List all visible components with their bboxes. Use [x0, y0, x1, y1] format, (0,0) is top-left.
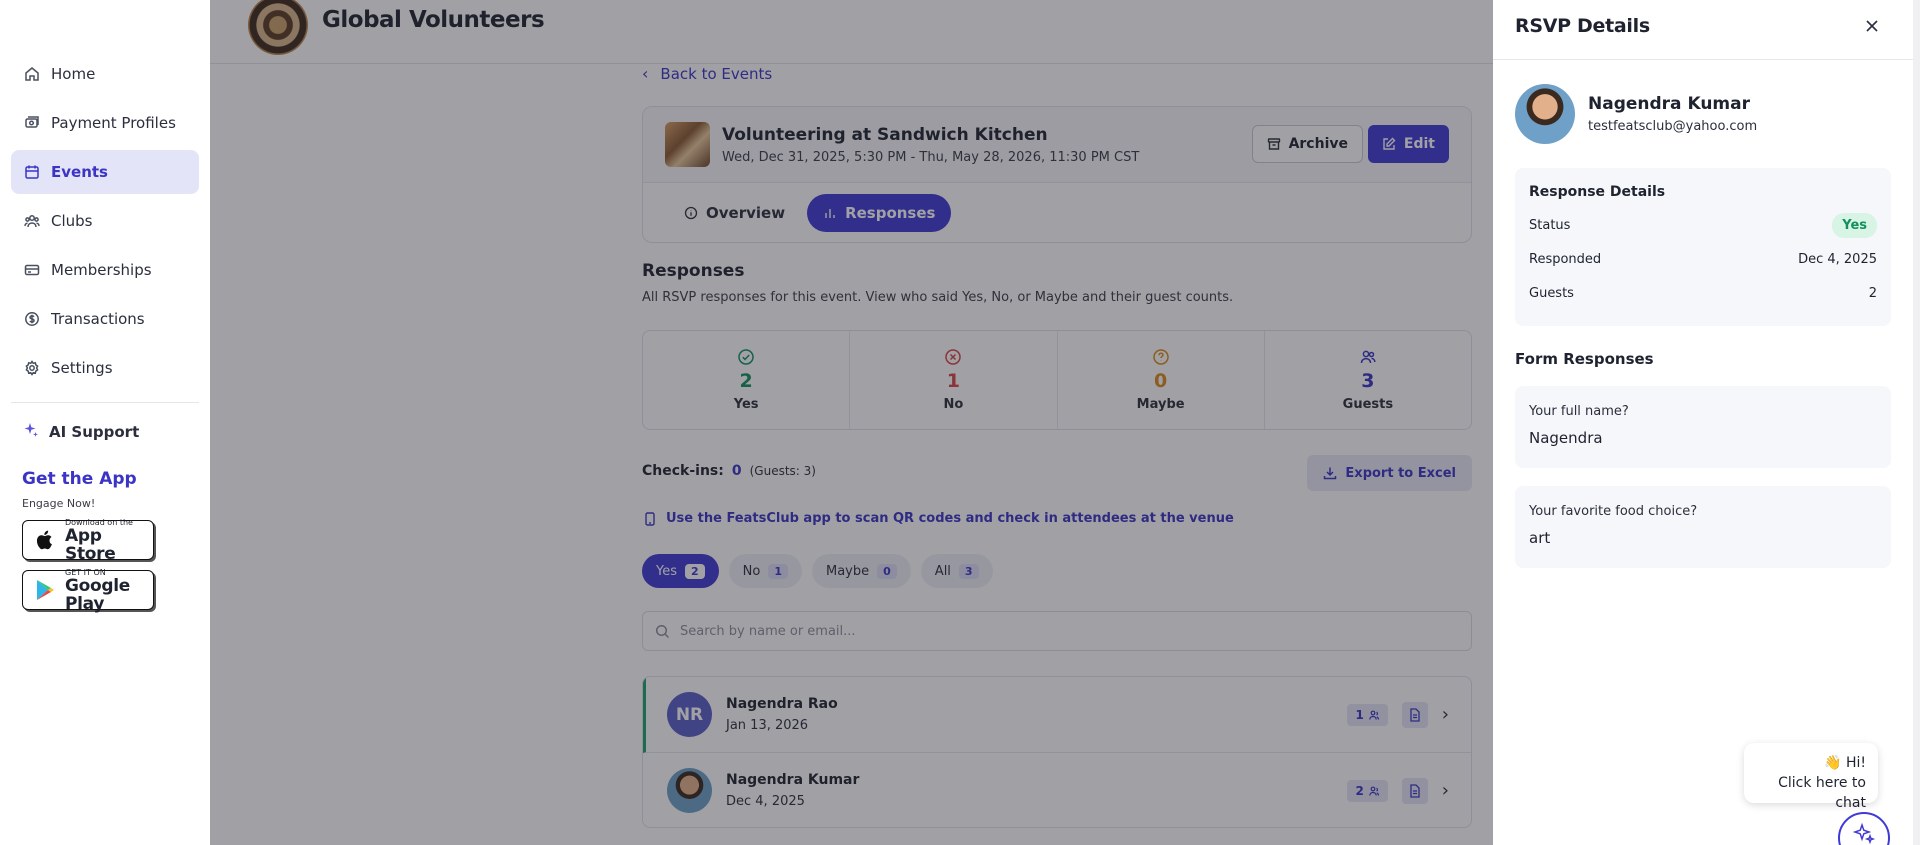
- gear-icon: [23, 359, 41, 377]
- sidebar-item-home[interactable]: Home: [11, 52, 199, 96]
- attendee-profile: Nagendra Kumar testfeatsclub@yahoo.com: [1493, 60, 1913, 144]
- close-icon[interactable]: [1865, 18, 1879, 37]
- response-details-card: Response Details Status Yes Responded De…: [1515, 168, 1891, 326]
- modal-backdrop[interactable]: [210, 0, 1493, 845]
- dollar-icon: [23, 310, 41, 328]
- get-app-subtitle: Engage Now!: [22, 497, 96, 510]
- sidebar-item-label: Home: [51, 65, 96, 83]
- responded-label: Responded: [1529, 251, 1602, 267]
- home-icon: [23, 65, 41, 83]
- sparkle-icon: [23, 422, 39, 442]
- payment-icon: [23, 114, 41, 132]
- question-answer: art: [1529, 529, 1551, 547]
- app-store-big: App Store: [65, 525, 116, 564]
- google-play-icon: [33, 578, 57, 602]
- question-label: Your full name?: [1529, 404, 1629, 419]
- sidebar-item-label: Settings: [51, 359, 113, 377]
- question-answer: Nagendra: [1529, 429, 1603, 447]
- calendar-icon: [23, 163, 41, 181]
- avatar: [1515, 84, 1575, 144]
- sidebar-item-label: Clubs: [51, 212, 93, 230]
- sidebar-item-payment-profiles[interactable]: Payment Profiles: [11, 101, 199, 145]
- status-badge: Yes: [1832, 212, 1877, 238]
- status-label: Status: [1529, 217, 1571, 233]
- get-app-section: Get the App Engage Now! Download on the …: [0, 469, 210, 614]
- response-details-title: Response Details: [1529, 184, 1666, 200]
- apple-icon: [33, 528, 57, 552]
- form-responses-title: Form Responses: [1515, 350, 1654, 368]
- chat-greeting: 👋 Hi!: [1824, 755, 1866, 771]
- form-question-card: Your favorite food choice? art: [1515, 486, 1891, 568]
- attendee-name: Nagendra Kumar: [1588, 94, 1750, 114]
- drawer-title: RSVP Details: [1515, 14, 1650, 37]
- guests-row: Guests 2: [1529, 284, 1877, 302]
- chat-prompt[interactable]: 👋 Hi! Click here to chat: [1744, 743, 1878, 811]
- get-app-title: Get the App: [22, 469, 137, 489]
- sidebar: Home Payment Profiles Events Clubs Membe…: [0, 0, 210, 845]
- guests-value: 2: [1868, 285, 1877, 301]
- status-row: Status Yes: [1529, 212, 1877, 238]
- guests-label: Guests: [1529, 285, 1574, 301]
- sidebar-item-label: Events: [51, 163, 108, 181]
- card-icon: [23, 261, 41, 279]
- responded-value: Dec 4, 2025: [1798, 251, 1877, 267]
- sidebar-item-transactions[interactable]: Transactions: [11, 297, 199, 341]
- sidebar-item-label: Memberships: [51, 261, 152, 279]
- sidebar-item-memberships[interactable]: Memberships: [11, 248, 199, 292]
- sidebar-item-clubs[interactable]: Clubs: [11, 199, 199, 243]
- ai-support-label: AI Support: [49, 423, 140, 441]
- google-play-badge[interactable]: GET IT ON Google Play: [22, 568, 154, 614]
- sidebar-item-label: Transactions: [51, 310, 145, 328]
- google-play-big: Google Play: [65, 575, 131, 614]
- sidebar-divider: [11, 402, 199, 403]
- form-question-card: Your full name? Nagendra: [1515, 386, 1891, 468]
- sidebar-item-label: Payment Profiles: [51, 114, 176, 132]
- sidebar-item-ai-support[interactable]: AI Support: [0, 417, 210, 447]
- attendee-email: testfeatsclub@yahoo.com: [1588, 119, 1758, 134]
- scrollbar[interactable]: [1913, 0, 1920, 845]
- sparkle-icon: [1852, 822, 1876, 845]
- app-store-badge[interactable]: Download on the App Store: [22, 518, 154, 564]
- question-label: Your favorite food choice?: [1529, 504, 1698, 519]
- responded-row: Responded Dec 4, 2025: [1529, 250, 1877, 268]
- drawer-header: RSVP Details: [1493, 0, 1913, 60]
- sidebar-item-settings[interactable]: Settings: [11, 346, 199, 390]
- users-icon: [23, 212, 41, 230]
- sidebar-item-events[interactable]: Events: [11, 150, 199, 194]
- rsvp-details-drawer: RSVP Details Nagendra Kumar testfeatsclu…: [1493, 0, 1913, 845]
- chat-cta: Click here to chat: [1778, 775, 1866, 811]
